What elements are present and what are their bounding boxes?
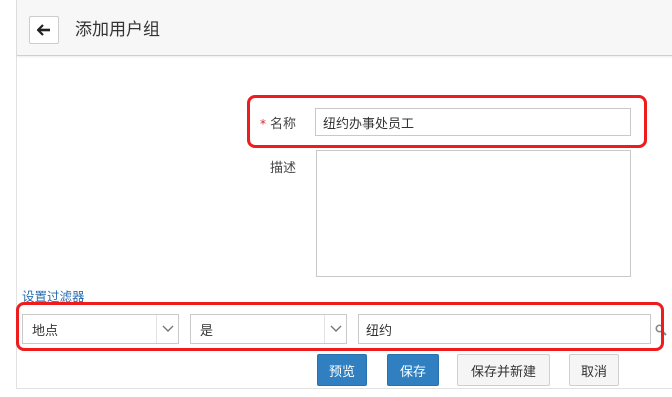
description-textarea[interactable] [316, 150, 631, 277]
arrow-left-icon [37, 24, 51, 36]
filter-field-select[interactable]: 地点 [22, 314, 179, 344]
filter-field-value: 地点 [32, 323, 59, 339]
back-button[interactable] [29, 16, 59, 44]
search-icon[interactable] [655, 321, 667, 340]
name-input[interactable]: 纽约办事处员工 [315, 108, 631, 136]
required-marker: * [259, 117, 266, 131]
filter-operator-select[interactable]: 是 [190, 314, 347, 344]
chevron-down-icon [156, 315, 178, 343]
filter-value-input[interactable]: 纽约 [358, 314, 651, 344]
preview-button[interactable]: 预览 [317, 354, 367, 386]
description-label: 描述 [269, 161, 296, 176]
name-label-text: 名称 [269, 117, 296, 132]
set-filter-link[interactable]: 设置过滤器 [22, 286, 85, 305]
save-and-new-button[interactable]: 保存并新建 [457, 354, 550, 386]
filter-operator-value: 是 [200, 323, 214, 339]
page-title: 添加用户组 [75, 20, 160, 40]
name-label: * 名称 [216, 113, 296, 132]
chevron-down-icon [324, 315, 346, 343]
save-button[interactable]: 保存 [387, 354, 439, 386]
cancel-button[interactable]: 取消 [569, 354, 619, 386]
page-header: 添加用户组 [17, 0, 672, 56]
